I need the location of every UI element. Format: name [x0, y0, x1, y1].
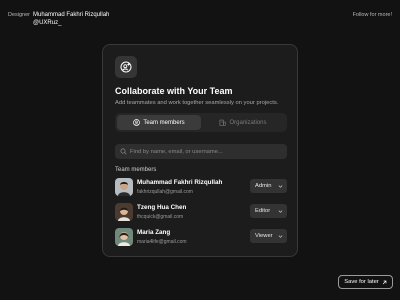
avatar — [115, 228, 133, 246]
arrow-up-right-icon — [382, 280, 387, 284]
designer-name: Muhammad Fakhri Rizqullah — [33, 12, 110, 18]
role-select[interactable]: Viewer — [250, 229, 287, 243]
role-select[interactable]: Editor — [250, 204, 287, 218]
save-for-later-button[interactable]: Save for later — [338, 275, 393, 289]
member-name: Muhammad Fakhri Rizqullah — [137, 179, 223, 186]
search-placeholder: Find by name, email, or username... — [130, 148, 223, 155]
role-value: Editor — [255, 208, 271, 214]
chevron-down-icon — [278, 234, 283, 238]
role-select[interactable]: Admin — [250, 179, 287, 193]
collaborate-card: Collaborate with Your Team Add teammates… — [102, 44, 298, 257]
top-bar: Designer Muhammad Fakhri Rizqullah @UXRu… — [0, 0, 400, 32]
role-value: Viewer — [255, 233, 273, 239]
tab-team-members-label: Team members — [143, 119, 185, 126]
save-for-later-label: Save for later — [344, 279, 379, 285]
search-icon — [120, 148, 127, 155]
building-icon — [220, 119, 227, 126]
tab-team-members[interactable]: Team members — [117, 115, 201, 130]
chevron-down-icon — [278, 184, 283, 188]
card-subtitle: Add teammates and work together seamless… — [115, 100, 279, 106]
avatar — [115, 178, 133, 196]
avatar — [115, 203, 133, 221]
member-row: Tzeng Hua Chen thcquick@gmail.com Editor — [115, 203, 287, 223]
designer-handle: @UXRuz_ — [33, 20, 62, 26]
member-name: Tzeng Hua Chen — [137, 204, 187, 211]
role-value: Admin — [255, 183, 272, 189]
designer-credit: Muhammad Fakhri Rizqullah @UXRuz_ — [33, 11, 109, 27]
member-email: fakhrizqullah@gmail.com — [137, 189, 193, 195]
designer-label: Designer — [8, 12, 31, 18]
follow-link[interactable]: Follow for more! — [353, 12, 392, 18]
chevron-down-icon — [278, 209, 283, 213]
tab-organizations-label: Organizations — [229, 119, 267, 126]
user-plus-icon — [115, 56, 137, 78]
section-label-team-members: Team members — [115, 167, 157, 173]
member-email: maria4life@gmail.com — [137, 239, 187, 245]
tab-bar: Team members Organizations — [115, 113, 287, 132]
card-title: Collaborate with Your Team — [115, 86, 233, 96]
member-email: thcquick@gmail.com — [137, 214, 184, 220]
member-row: Muhammad Fakhri Rizqullah fakhrizqullah@… — [115, 178, 287, 198]
user-circle-icon — [133, 119, 141, 126]
member-row: Maria Zang maria4life@gmail.com Viewer — [115, 228, 287, 248]
member-name: Maria Zang — [137, 229, 171, 236]
tab-organizations[interactable]: Organizations — [201, 115, 285, 130]
search-input[interactable]: Find by name, email, or username... — [115, 144, 287, 159]
